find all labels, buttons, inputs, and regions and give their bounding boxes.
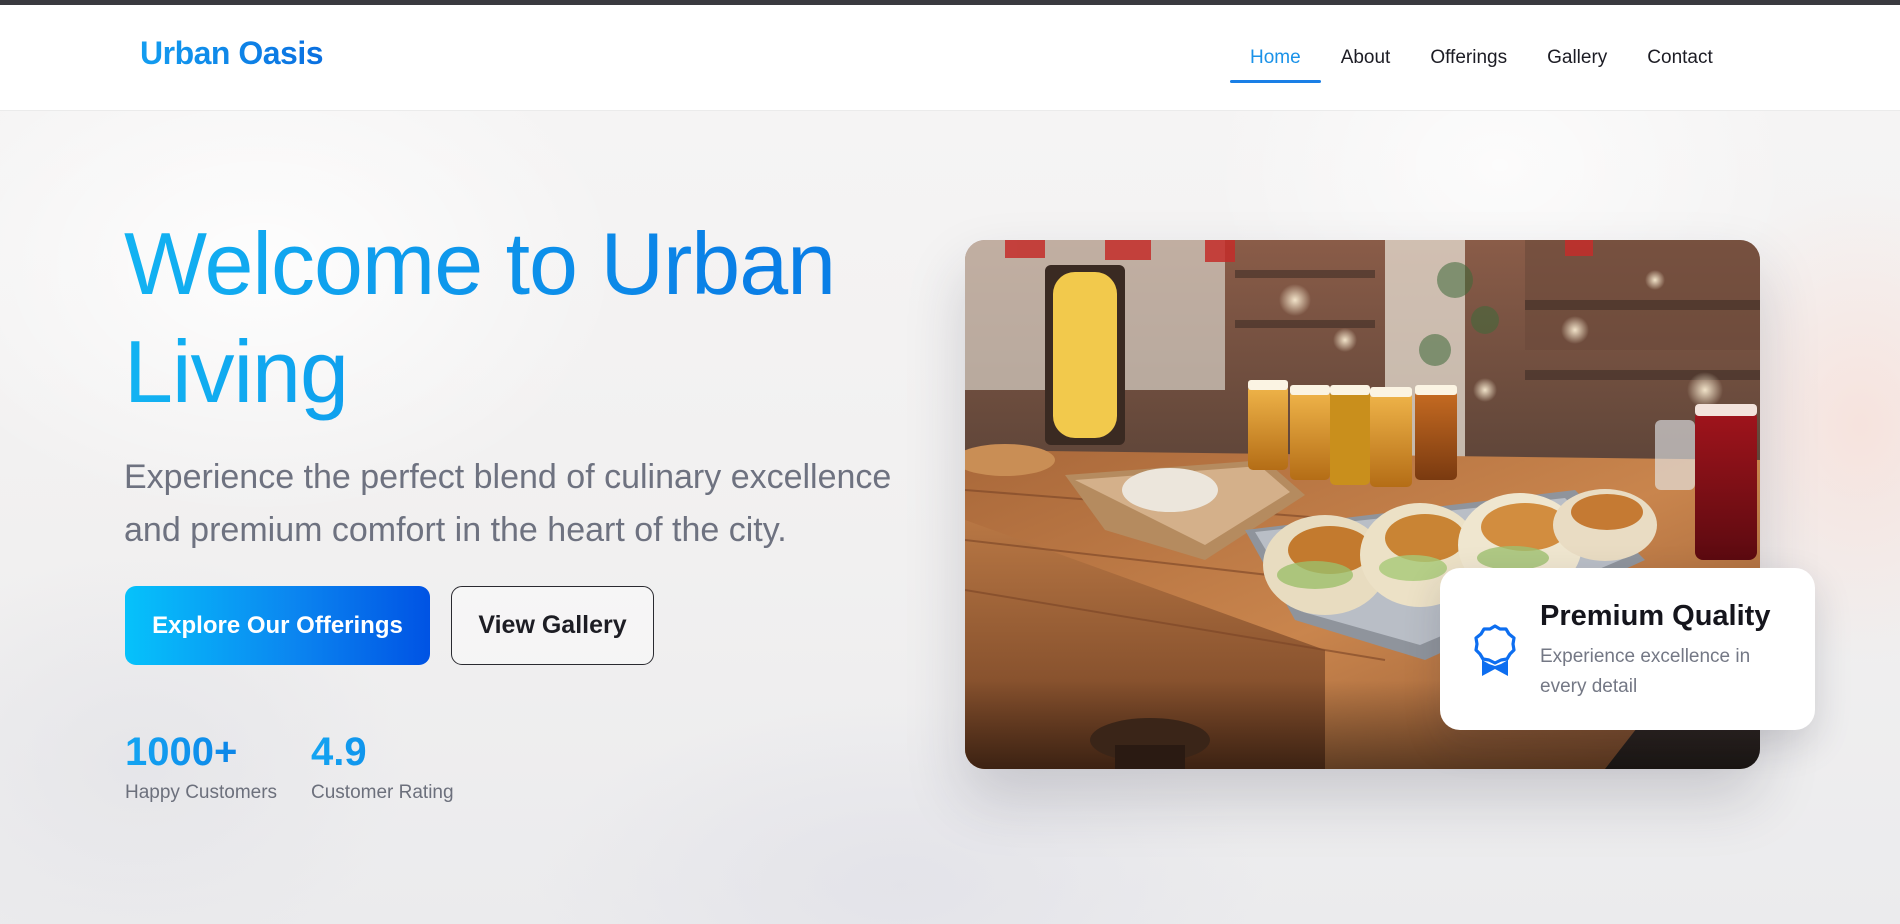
brand-logo[interactable]: Urban Oasis [140,35,324,72]
stat-value: 4.9 [311,728,454,776]
stat-label: Happy Customers [125,782,278,803]
premium-quality-card: Premium Quality Experience excellence in… [1440,568,1815,730]
hero-title-line-2: Living [124,322,348,421]
hero-title: Welcome to Urban Living [124,210,944,426]
nav-about[interactable]: About [1321,5,1411,111]
stat-label: Customer Rating [311,782,454,803]
feature-title: Premium Quality [1540,600,1771,632]
explore-offerings-button[interactable]: Explore Our Offerings [125,586,430,665]
feature-description: Experience excellence in every detail [1540,646,1751,697]
nav-offerings[interactable]: Offerings [1410,5,1527,111]
main-nav: Home About Offerings Gallery Contact [1230,5,1733,111]
nav-contact[interactable]: Contact [1627,5,1732,111]
stat-customer-rating: 4.9 Customer Rating [311,728,454,804]
site-header: Urban Oasis Home About Offerings Gallery… [0,5,1900,111]
stat-happy-customers: 1000+ Happy Customers [125,728,277,804]
stat-value: 1000+ [125,728,277,776]
nav-home[interactable]: Home [1230,5,1321,111]
view-gallery-button[interactable]: View Gallery [451,586,654,665]
award-icon [1474,624,1516,676]
nav-gallery[interactable]: Gallery [1527,5,1627,111]
hero-subtitle: Experience the perfect blend of culinary… [124,458,892,549]
hero-title-line-1: Welcome to Urban [124,214,836,313]
